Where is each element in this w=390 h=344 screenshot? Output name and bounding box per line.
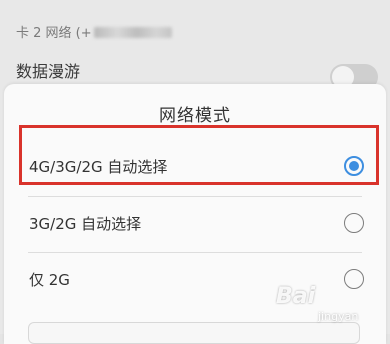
option-4g-3g-2g-auto[interactable]: 4G/3G/2G 自动选择	[4, 140, 386, 194]
radio-selected-icon[interactable]	[344, 156, 364, 176]
radio-unselected-icon[interactable]	[344, 213, 364, 233]
sim2-network-header: 卡 2 网络 (+	[16, 22, 172, 41]
radio-dot	[349, 161, 359, 171]
option-label: 4G/3G/2G 自动选择	[29, 158, 168, 176]
data-roaming-label: 数据漫游	[16, 62, 81, 81]
option-3g-2g-auto[interactable]: 3G/2G 自动选择	[4, 197, 386, 251]
network-mode-dialog: 网络模式 4G/3G/2G 自动选择 3G/2G 自动选择 仅 2G	[4, 84, 386, 344]
blurred-phone-number	[93, 27, 172, 38]
cancel-button-partial[interactable]	[28, 322, 360, 344]
option-2g-only[interactable]: 仅 2G	[4, 253, 386, 307]
sim2-network-label: 卡 2 网络 (+	[16, 26, 92, 41]
option-label: 仅 2G	[29, 271, 70, 289]
dialog-title: 网络模式	[159, 106, 231, 126]
option-label: 3G/2G 自动选择	[29, 215, 142, 233]
radio-unselected-icon[interactable]	[344, 269, 364, 289]
